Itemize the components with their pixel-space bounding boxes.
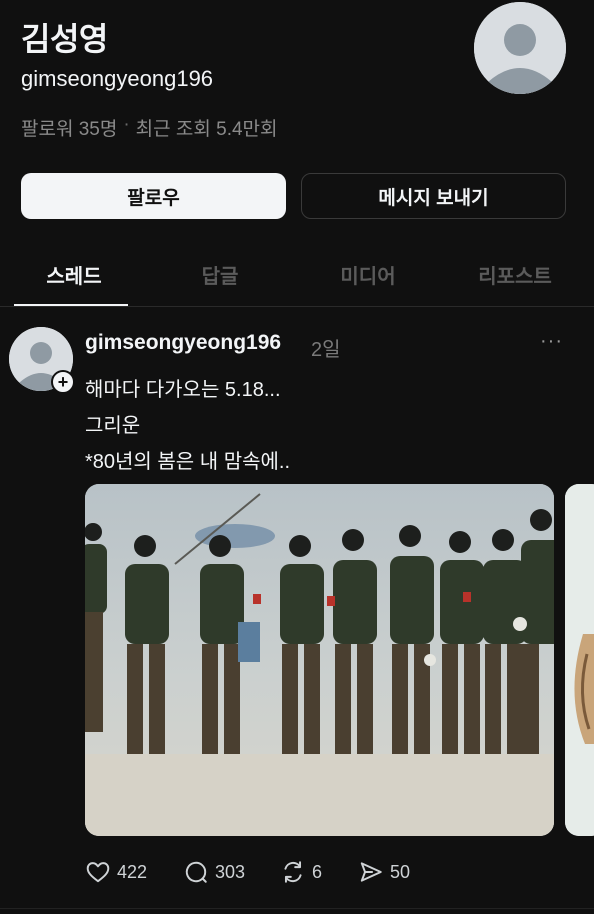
share-count: 50 (390, 861, 411, 882)
post-photo[interactable] (85, 484, 554, 836)
followers-count[interactable]: 팔로워 35명 (21, 114, 117, 141)
comment-count: 303 (215, 861, 246, 882)
tab-media[interactable]: 미디어 (294, 248, 442, 306)
partial-photo-image (565, 484, 594, 836)
recent-views: 최근 조회 5.4만회 (135, 119, 278, 140)
share-button[interactable]: 50 (358, 856, 410, 888)
repost-icon (284, 861, 302, 883)
post-timestamp: 2일 (311, 339, 341, 361)
follow-button[interactable]: 팔로우 (21, 173, 286, 219)
follow-plus-icon[interactable]: + (51, 370, 75, 394)
default-avatar-icon (474, 2, 566, 94)
post-photo-next[interactable] (565, 484, 594, 836)
profile-handle: gimseongyeong196 (21, 66, 214, 91)
more-options-icon[interactable]: ··· (540, 330, 563, 353)
like-button[interactable]: 422 (85, 856, 147, 888)
post-text-line: *80년의 봄은 내 맘속에.. (85, 451, 291, 473)
comment-button[interactable]: 303 (183, 856, 245, 888)
active-tab-indicator (14, 304, 128, 306)
repost-button[interactable]: 6 (280, 856, 322, 888)
tab-threads[interactable]: 스레드 (0, 248, 148, 306)
profile-tabs: 스레드 답글 미디어 리포스트 (0, 248, 594, 307)
message-button[interactable]: 메시지 보내기 (301, 173, 566, 219)
send-icon (360, 862, 382, 882)
post-username[interactable]: gimseongyeong196 (85, 331, 281, 355)
tab-reposts[interactable]: 리포스트 (441, 248, 589, 306)
stats-separator: · (123, 114, 130, 135)
soldiers-photo-image (85, 484, 554, 836)
post-text-line: 그리운 (85, 415, 141, 437)
tab-replies[interactable]: 답글 (146, 248, 294, 306)
repost-count: 6 (312, 861, 323, 882)
profile-name: 김성영 (21, 21, 108, 57)
heart-icon (86, 862, 110, 883)
post-text-line: 해마다 다가오는 5.18... (85, 379, 281, 401)
like-count: 422 (117, 861, 148, 882)
comment-bubble-icon (185, 861, 207, 883)
profile-avatar[interactable] (474, 2, 566, 94)
post-divider (0, 908, 594, 909)
profile-stats: 팔로워 35명 · 최근 조회 5.4만회 (21, 114, 278, 141)
